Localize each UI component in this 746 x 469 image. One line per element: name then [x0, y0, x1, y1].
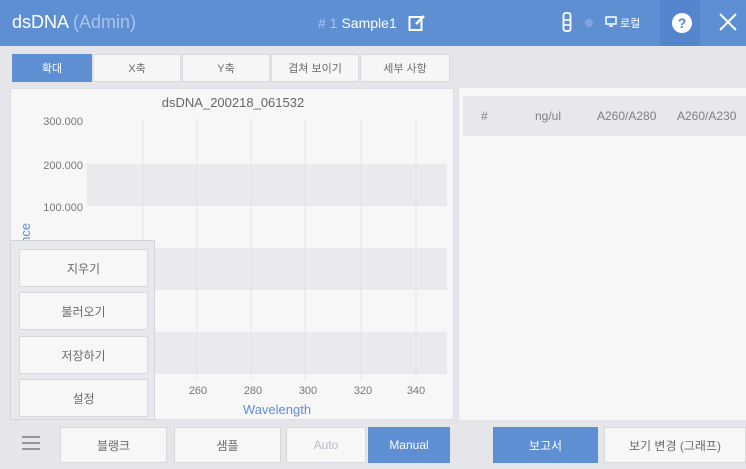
auto-toggle[interactable]: Auto	[286, 427, 366, 463]
cuvette-icon[interactable]	[562, 12, 572, 37]
column-a260-a230: A260/A230	[677, 109, 737, 123]
tab-zoom[interactable]: 확대	[12, 54, 92, 82]
manual-toggle[interactable]: Manual	[368, 427, 450, 463]
status-dot-icon	[585, 19, 593, 27]
menu-icon[interactable]	[22, 435, 40, 456]
report-button[interactable]: 보고서	[493, 427, 598, 463]
column-a260-a280: A260/A280	[597, 109, 657, 123]
tab-x-axis[interactable]: X축	[93, 54, 181, 82]
results-table: # ng/ul A260/A280 A260/A230	[458, 88, 746, 420]
x-tick-label: 340	[407, 385, 425, 397]
settings-button[interactable]: 설정	[19, 379, 148, 417]
y-tick-label: 100.000	[43, 202, 83, 214]
column-concentration: ng/ul	[535, 109, 562, 123]
bottom-bar: 블랭크 샘플 Auto Manual 보고서 보기 변경 (그래프)	[0, 420, 746, 469]
chart-toolbar: 확대 X축 Y축 겹쳐 보이기 세부 사항	[0, 46, 746, 88]
y-tick-label: 300.000	[43, 116, 83, 128]
blank-button[interactable]: 블랭크	[60, 427, 167, 463]
close-icon[interactable]	[717, 11, 739, 38]
remote-label: 로컬	[620, 18, 641, 30]
remote-mode[interactable]: 로컬	[605, 15, 640, 31]
app-title: dsDNA (Admin)	[12, 12, 136, 33]
svg-text:?: ?	[678, 15, 687, 31]
load-button[interactable]: 불러오기	[19, 292, 148, 330]
tab-overlay[interactable]: 겹쳐 보이기	[271, 54, 359, 82]
x-tick-label: 300	[299, 385, 317, 397]
tab-y-axis[interactable]: Y축	[182, 54, 270, 82]
help-icon[interactable]: ?	[671, 12, 693, 39]
edit-icon[interactable]	[408, 14, 426, 37]
chart-title: dsDNA_200218_061532	[161, 95, 305, 110]
tab-details[interactable]: 세부 사항	[360, 54, 450, 82]
sample-name: Sample1	[341, 15, 397, 31]
side-menu: 지우기 불러오기 저장하기 설정	[10, 240, 155, 420]
user-role: (Admin)	[68, 12, 137, 32]
y-tick-label: 200.000	[43, 160, 83, 172]
grid-band	[87, 164, 447, 206]
app-name: dsDNA	[12, 12, 69, 32]
save-button[interactable]: 저장하기	[19, 336, 148, 374]
sample-button[interactable]: 샘플	[174, 427, 281, 463]
table-header: # ng/ul A260/A280 A260/A230	[463, 96, 746, 136]
sample-number: # 1	[318, 15, 338, 31]
app-header: dsDNA (Admin) # 1 Sample1 로컬 ?	[0, 0, 746, 46]
x-axis-label: Wavelength	[243, 402, 311, 417]
x-tick-label: 320	[354, 385, 372, 397]
column-index: #	[481, 109, 488, 123]
sample-indicator[interactable]: # 1 Sample1	[318, 15, 397, 31]
view-change-button[interactable]: 보기 변경 (그래프)	[604, 427, 746, 463]
x-tick-label: 280	[244, 385, 262, 397]
monitor-icon	[605, 16, 617, 30]
clear-button[interactable]: 지우기	[19, 249, 148, 287]
x-tick-label: 260	[189, 385, 207, 397]
